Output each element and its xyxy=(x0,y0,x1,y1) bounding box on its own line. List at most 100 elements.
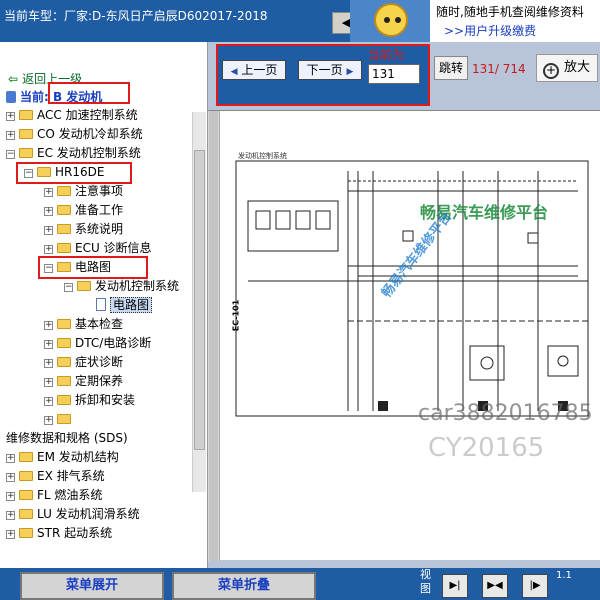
tree-item[interactable]: + 拆卸和安装 xyxy=(44,391,135,409)
mascot-eye xyxy=(395,17,401,23)
folder-icon xyxy=(57,414,71,424)
view-single-button[interactable]: ▶| xyxy=(442,574,468,598)
folder-open-icon xyxy=(77,281,91,291)
page-count: 131/ 714 xyxy=(472,62,526,76)
back-arrow-icon: ⇦ xyxy=(8,72,19,86)
page-indicator: 1.1 xyxy=(556,570,572,581)
tree-item-label: FL 燃油系统 xyxy=(37,488,103,502)
expand-icon: + xyxy=(44,415,53,425)
tree-item-label: EM 发动机结构 xyxy=(37,450,119,464)
expand-icon: + xyxy=(44,187,53,197)
tree-item-label: STR 起动系统 xyxy=(37,526,113,540)
expand-icon: + xyxy=(6,510,15,520)
tree-item[interactable]: + xyxy=(44,410,75,428)
tree-item-label: 注意事项 xyxy=(75,184,124,198)
top-bar: 当前车型：厂家:D-东风日产启辰D602017-2018 ◀ 随时,随地手机查阅… xyxy=(0,0,600,42)
page-icon xyxy=(96,298,106,311)
tree-item-label: EX 排气系统 xyxy=(37,469,105,483)
expand-icon: + xyxy=(44,244,53,254)
folder-icon xyxy=(19,528,33,538)
highlight-box xyxy=(48,82,130,104)
folder-icon xyxy=(19,129,33,139)
folder-icon xyxy=(19,509,33,519)
tree-item[interactable]: + FL 燃油系统 xyxy=(6,486,102,504)
mascot-eye xyxy=(384,17,390,23)
expand-icon: + xyxy=(6,453,15,463)
tree-item[interactable]: − EC 发动机控制系统 xyxy=(6,144,141,162)
tree-item-label: 系统说明 xyxy=(75,222,124,236)
folder-icon xyxy=(19,110,33,120)
tree-item[interactable]: + 定期保养 xyxy=(44,372,123,390)
folder-icon xyxy=(57,186,71,196)
tree-item[interactable]: + ACC 加速控制系统 xyxy=(6,106,138,124)
promo-banner[interactable]: 随时,随地手机查阅维修资料 >>用户升级缴费 xyxy=(428,0,600,42)
tree-item[interactable]: + DTC/电路诊断 xyxy=(44,334,151,352)
expand-icon: + xyxy=(6,491,15,501)
tree-item-label: ECU 诊断信息 xyxy=(75,241,152,255)
tree-item-label: CO 发动机冷却系统 xyxy=(37,127,143,141)
tree-scroll-thumb[interactable] xyxy=(194,150,205,450)
tree-item[interactable]: + 基本检查 xyxy=(44,315,123,333)
expand-menu-button[interactable]: 菜单展开 xyxy=(20,572,164,600)
zoom-in-button[interactable]: + 放大 xyxy=(536,54,598,82)
tree-item[interactable]: + LU 发动机润滑系统 xyxy=(6,505,140,523)
expand-icon: + xyxy=(6,111,15,121)
folder-icon xyxy=(19,452,33,462)
tree-item-label: 发动机控制系统 xyxy=(95,279,180,293)
expand-icon: + xyxy=(44,225,53,235)
view-single-icon: ▶| xyxy=(449,580,461,591)
tree-scrollbar[interactable] xyxy=(192,112,206,492)
car-model-text: 当前车型：厂家:D-东风日产启辰D602017-2018 xyxy=(4,9,268,23)
tree-item[interactable]: + ECU 诊断信息 xyxy=(44,239,152,257)
tree-item[interactable]: + STR 起动系统 xyxy=(6,524,112,542)
tree-item[interactable]: − 发动机控制系统 xyxy=(64,277,179,295)
expand-icon: + xyxy=(44,377,53,387)
magnifier-plus-icon: + xyxy=(543,63,559,79)
tree-item-label: 拆卸和安装 xyxy=(75,393,136,407)
folder-icon xyxy=(57,376,71,386)
document-viewer: ◀ 上一页 下一页 ▶ 当前为 131 跳转 131/ 714 + 放大 发动机控… xyxy=(208,42,600,568)
tree-item-selected[interactable]: 电路图 xyxy=(96,296,153,314)
highlight-box xyxy=(38,256,148,279)
tree-item[interactable]: + 准备工作 xyxy=(44,201,123,219)
folder-icon xyxy=(57,395,71,405)
tree-item-label: 维修数据和规格 (SDS) xyxy=(6,431,128,445)
tree-item[interactable]: + EX 排气系统 xyxy=(6,467,105,485)
folder-icon xyxy=(57,319,71,329)
promo-line1: 随时,随地手机查阅维修资料 xyxy=(436,5,584,19)
view-double-icon: ▶◀ xyxy=(487,580,503,591)
upgrade-link[interactable]: >>用户升级缴费 xyxy=(444,22,536,39)
folder-icon xyxy=(19,471,33,481)
folder-icon xyxy=(57,338,71,348)
expand-icon: + xyxy=(44,396,53,406)
wiring-diagram-page: 发动机控制系统 EC-101 畅易汽车维修平台 畅易汽车维修平台 car3882… xyxy=(208,110,600,561)
folder-icon xyxy=(57,243,71,253)
highlight-box xyxy=(216,44,430,106)
tree-item[interactable]: + 症状诊断 xyxy=(44,353,123,371)
collapse-menu-button[interactable]: 菜单折叠 xyxy=(172,572,316,600)
tree-item[interactable]: + 注意事项 xyxy=(44,182,123,200)
tree-item[interactable]: + CO 发动机冷却系统 xyxy=(6,125,143,143)
tree-item-label: 症状诊断 xyxy=(75,355,124,369)
tree-item[interactable]: + 系统说明 xyxy=(44,220,123,238)
folder-open-icon xyxy=(19,148,33,158)
zoom-label: 放大 xyxy=(564,60,591,75)
folder-icon xyxy=(57,205,71,215)
view-fit-button[interactable]: |▶ xyxy=(522,574,548,598)
tree-item-label: 基本检查 xyxy=(75,317,124,331)
view-double-button[interactable]: ▶◀ xyxy=(482,574,508,598)
tree-item-label: 电路图 xyxy=(110,297,153,313)
tree-item-label: LU 发动机润滑系统 xyxy=(37,507,140,521)
bottom-bar: 菜单展开 菜单折叠 视图 ▶| ▶◀ |▶ 1.1 xyxy=(0,568,600,600)
folder-icon xyxy=(57,357,71,367)
tree-item-label: 准备工作 xyxy=(75,203,124,217)
mascot-face-icon xyxy=(374,3,408,37)
expand-icon: + xyxy=(44,206,53,216)
watermark-id1: car3882016785 xyxy=(418,401,593,426)
expand-icon: + xyxy=(6,472,15,482)
tree-item[interactable]: + EM 发动机结构 xyxy=(6,448,119,466)
tree-item[interactable]: 维修数据和规格 (SDS) xyxy=(6,429,128,447)
expand-icon: + xyxy=(44,358,53,368)
tree-item-label: 定期保养 xyxy=(75,374,124,388)
jump-button[interactable]: 跳转 xyxy=(434,56,468,80)
